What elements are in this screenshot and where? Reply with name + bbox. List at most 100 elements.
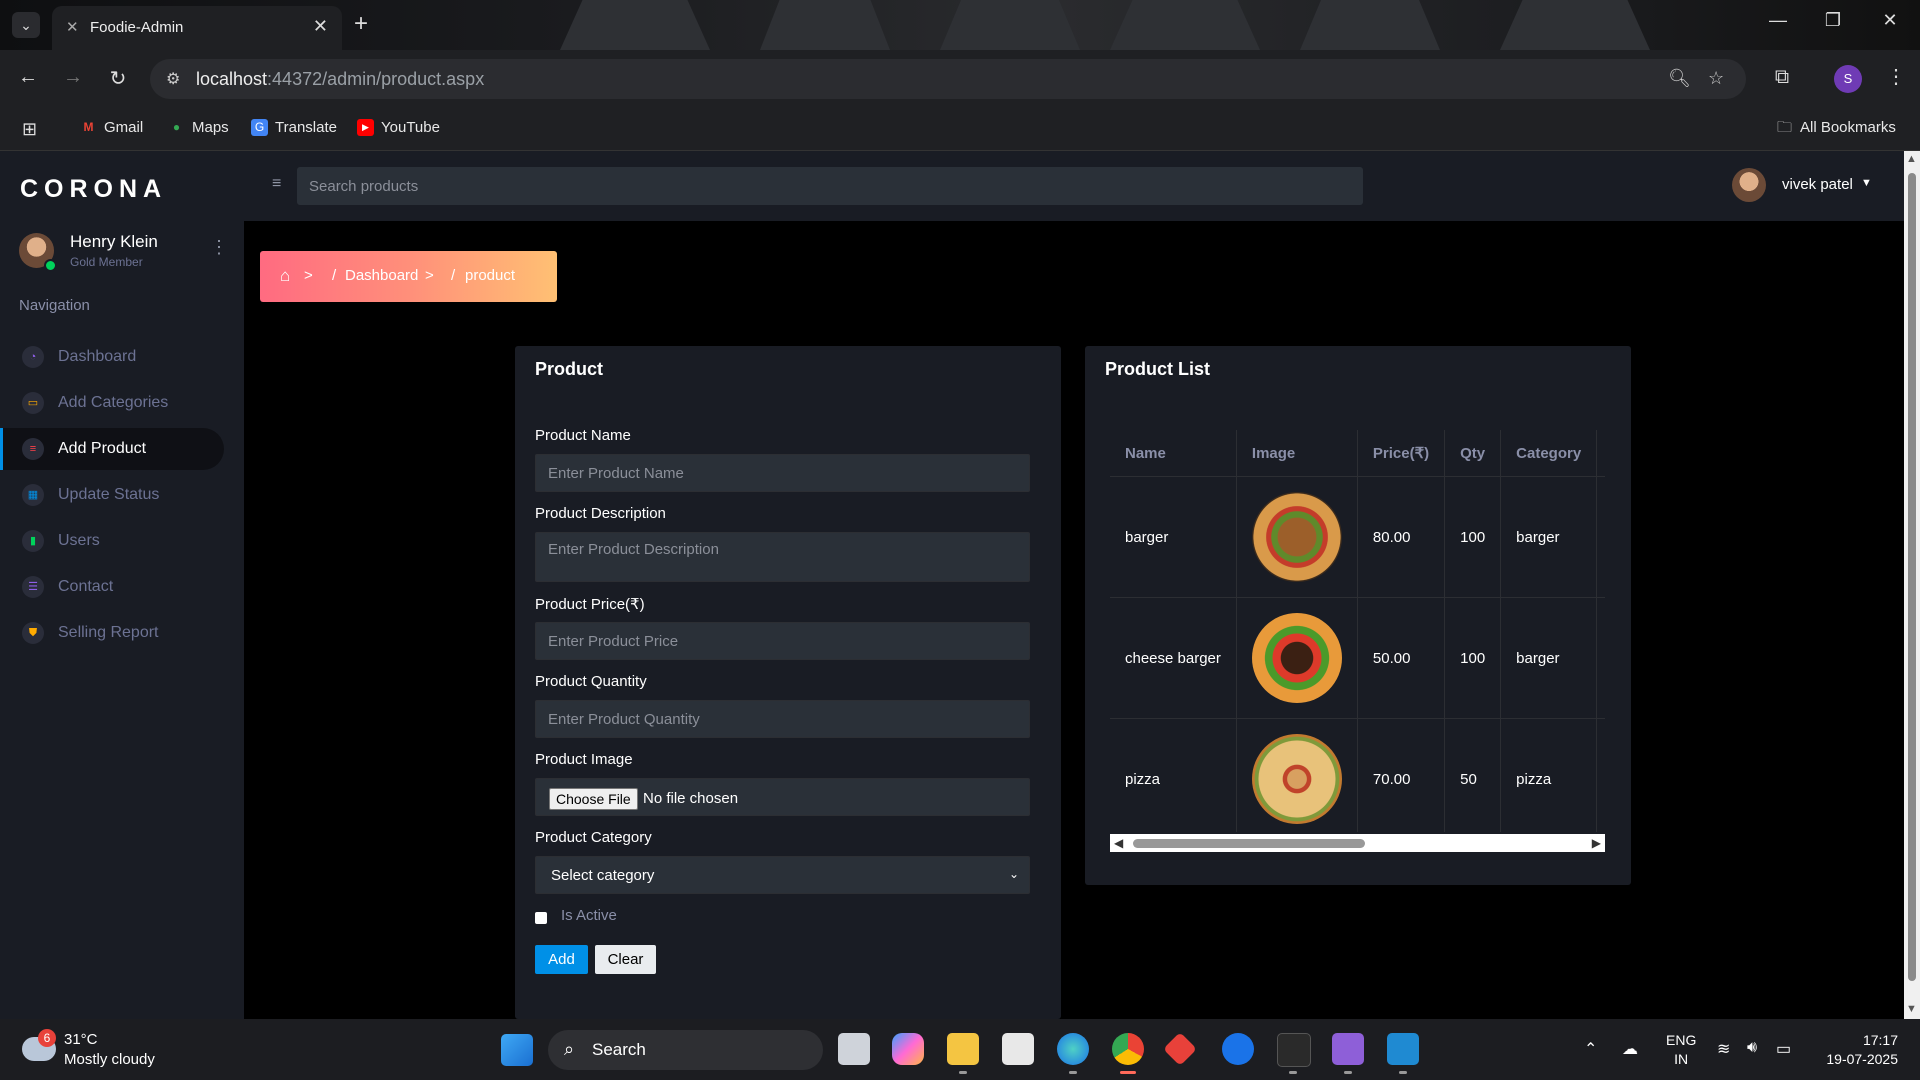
product-price-input[interactable]: Enter Product Price [535, 622, 1030, 660]
sidebar-item-contact[interactable]: ☰ Contact [0, 566, 224, 608]
anydesk-icon[interactable] [1163, 1032, 1197, 1066]
bookmark-star-icon[interactable]: ☆ [1708, 68, 1724, 89]
add-button[interactable]: Add [535, 945, 588, 974]
all-bookmarks[interactable]: 🗀 All Bookmarks [1776, 119, 1896, 136]
column-header-price: Price(₹) [1357, 430, 1446, 477]
scrollbar-thumb[interactable] [1908, 173, 1916, 981]
menu-toggle-icon[interactable]: ≡ [272, 175, 281, 193]
restore-icon[interactable]: ❐ [1813, 10, 1853, 31]
sidebar-item-update-status[interactable]: ▦ Update Status [0, 474, 224, 516]
copilot-icon[interactable] [892, 1033, 924, 1065]
user-name[interactable]: vivek patel [1782, 176, 1853, 193]
browser-tab[interactable]: ✕ Foodie-Admin ✕ [52, 6, 342, 50]
region-code: IN [1674, 1051, 1689, 1067]
chrome-icon[interactable] [1112, 1033, 1144, 1065]
sidebar-item-selling-report[interactable]: ⛊ Selling Report [0, 612, 224, 654]
bookmark-translate[interactable]: G Translate [251, 119, 337, 136]
profile-menu-icon[interactable]: ⋮ [210, 237, 228, 258]
site-info-icon[interactable]: ⚙ [166, 69, 180, 89]
all-bookmarks-label: All Bookmarks [1800, 119, 1896, 136]
task-view-icon[interactable] [838, 1033, 870, 1065]
wallpaper-shape [1500, 0, 1650, 50]
browser-toolbar: ← → ↻ ⚙ localhost:44372/admin/product.as… [0, 50, 1920, 108]
wallpaper-shape [760, 0, 890, 50]
file-explorer-icon[interactable] [947, 1033, 979, 1065]
chevron-down-icon[interactable]: ▼ [1861, 177, 1872, 189]
browser-menu-icon[interactable]: ⋮ [1886, 64, 1906, 89]
breadcrumb: ⌂ > / Dashboard > / product [260, 251, 557, 302]
profile-avatar[interactable]: S [1834, 65, 1862, 93]
cell-category: barger [1500, 597, 1598, 719]
weather-temperature[interactable]: 31°C [64, 1031, 98, 1048]
product-name-input[interactable]: Enter Product Name [535, 454, 1030, 492]
bookmark-youtube[interactable]: ▶ YouTube [357, 119, 440, 136]
bookmark-maps[interactable]: ● Maps [168, 119, 229, 136]
product-table-container[interactable]: Name Image Price(₹) Qty Category barger … [1110, 430, 1605, 832]
weather-condition[interactable]: Mostly cloudy [64, 1051, 155, 1068]
tab-close-icon[interactable]: ✕ [313, 16, 328, 37]
windows-start-icon[interactable] [501, 1034, 533, 1066]
vscode-icon[interactable] [1387, 1033, 1419, 1065]
browser-tab-strip: ⌄ ✕ Foodie-Admin ✕ + — ❐ ✕ [0, 0, 1920, 50]
sidebar-item-label: Users [58, 532, 100, 549]
scrollbar-thumb[interactable] [1133, 839, 1365, 848]
sidebar-item-add-categories[interactable]: ▭ Add Categories [0, 382, 224, 424]
battery-icon[interactable]: ▭ [1776, 1039, 1791, 1059]
scroll-left-icon[interactable]: ◀ [1114, 836, 1123, 850]
sidebar-item-add-product[interactable]: ≡ Add Product [0, 428, 224, 470]
back-icon[interactable]: ← [14, 66, 42, 89]
horizontal-scrollbar[interactable]: ◀ ▶ [1110, 834, 1605, 852]
is-active-checkbox[interactable] [535, 912, 547, 924]
language-indicator[interactable]: ENG IN [1666, 1031, 1696, 1069]
search-input[interactable] [297, 167, 1363, 205]
microsoft-store-icon[interactable] [1002, 1033, 1034, 1065]
volume-icon[interactable]: 🔊︎ [1747, 1039, 1757, 1057]
window-close-icon[interactable]: ✕ [1870, 10, 1910, 31]
brand-logo[interactable]: CORONA [20, 175, 167, 204]
address-bar[interactable]: ⚙ localhost:44372/admin/product.aspx 🔍︎ … [150, 59, 1746, 99]
product-description-input[interactable]: Enter Product Description [535, 532, 1030, 582]
product-category-select[interactable]: Select category ⌄ [535, 856, 1030, 894]
product-table: Name Image Price(₹) Qty Category barger … [1110, 430, 1605, 832]
scroll-up-icon[interactable]: ▲ [1906, 153, 1917, 165]
reload-icon[interactable]: ↻ [104, 66, 132, 91]
apps-grid-icon[interactable]: ⊞ [22, 119, 37, 140]
extensions-icon[interactable]: ⧉ [1768, 66, 1796, 89]
breadcrumb-dashboard[interactable]: Dashboard [345, 267, 418, 284]
running-indicator [1289, 1071, 1297, 1074]
edge-icon[interactable] [1057, 1033, 1089, 1065]
home-icon[interactable]: ⌂ [280, 266, 290, 286]
onedrive-icon[interactable]: ☁ [1622, 1039, 1638, 1059]
sidebar-item-label: Dashboard [58, 348, 137, 365]
scroll-right-icon[interactable]: ▶ [1592, 836, 1601, 850]
taskbar-search[interactable]: ⌕ Search [548, 1030, 823, 1070]
product-image-input[interactable]: Choose File No file chosen [535, 778, 1030, 816]
wifi-icon[interactable]: ≋ [1717, 1039, 1730, 1059]
scroll-down-icon[interactable]: ▼ [1906, 1003, 1917, 1015]
product-category-label: Product Category [535, 829, 652, 846]
tab-title: Foodie-Admin [90, 19, 184, 36]
visual-studio-icon[interactable] [1332, 1033, 1364, 1065]
product-quantity-input[interactable]: Enter Product Quantity [535, 700, 1030, 738]
chevron-up-icon[interactable]: ⌃ [1584, 1039, 1597, 1059]
system-clock[interactable]: 17:17 19-07-2025 [1818, 1031, 1898, 1069]
minimize-icon[interactable]: — [1758, 10, 1798, 31]
choose-file-button[interactable]: Choose File [549, 788, 638, 810]
new-tab-button[interactable]: + [354, 10, 368, 38]
page-scrollbar[interactable]: ▲ ▼ [1904, 151, 1920, 1019]
product-list-card: Product List Name Image Price(₹) Qty Cat… [1085, 346, 1631, 885]
url-text[interactable]: localhost:44372/admin/product.aspx [196, 69, 484, 90]
tab-search-button[interactable]: ⌄ [12, 12, 40, 38]
forward-icon[interactable]: → [59, 66, 87, 89]
sidebar-item-users[interactable]: ▮ Users [0, 520, 224, 562]
bookmark-gmail[interactable]: M Gmail [80, 119, 144, 136]
clear-button[interactable]: Clear [595, 945, 656, 974]
help-icon[interactable] [1222, 1033, 1254, 1065]
cell-category: barger [1500, 476, 1598, 598]
terminal-icon[interactable] [1277, 1033, 1311, 1067]
zoom-icon[interactable]: 🔍︎ [1668, 68, 1691, 89]
product-form-card: Product Product Name Enter Product Name … [515, 346, 1061, 1019]
sidebar-item-dashboard[interactable]: ◔ Dashboard [0, 336, 224, 378]
product-description-label: Product Description [535, 505, 666, 522]
avatar[interactable] [1732, 168, 1766, 202]
